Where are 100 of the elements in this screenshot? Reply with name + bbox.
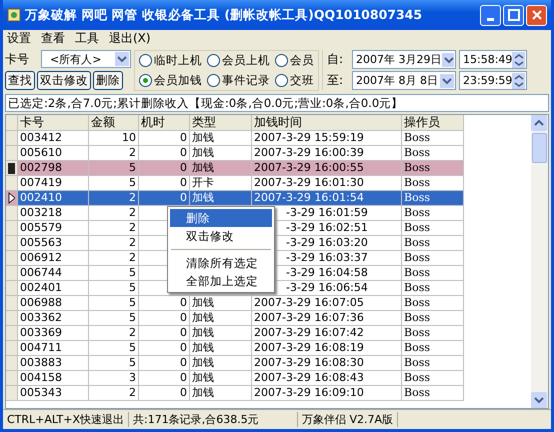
context-menu-item[interactable]: 删除 [170, 209, 272, 227]
radio-option[interactable]: 临时上机 [139, 52, 202, 68]
table-cell: Boss [402, 281, 464, 296]
row-selector[interactable] [6, 161, 18, 176]
close-button[interactable] [526, 4, 547, 26]
card-dropdown[interactable]: <所有人> [41, 50, 131, 68]
status-text: 万象伴侣 V2.7A版 [298, 412, 398, 427]
row-selector[interactable] [6, 191, 18, 206]
table-cell: 0 [180, 131, 187, 144]
table-cell: 0 [180, 371, 187, 384]
card-label: 卡号 [5, 50, 30, 68]
table-row[interactable]: 003369 2 0 加钱 2007-3-29 16:07:42 Boss [6, 326, 531, 341]
table-cell: 2007-3-29 16:01:54 [252, 191, 402, 206]
table-cell: 0 [180, 311, 187, 324]
table-cell: 005579 [18, 221, 89, 236]
table-cell: Boss [402, 206, 464, 221]
table-cell: 加钱 [192, 146, 214, 159]
menu-item[interactable]: 退出(X) [109, 30, 151, 47]
table-cell: 002401 [18, 281, 89, 296]
table-cell: 2 [89, 191, 139, 206]
table-cell: 0 [180, 161, 187, 174]
close-icon [530, 9, 542, 21]
table-cell: 2 [89, 326, 139, 341]
table-row[interactable]: 002798 5 0 加钱 2007-3-29 16:00:55 Boss [6, 161, 531, 176]
date-picker[interactable]: 2007年 8月 8日 [352, 71, 456, 90]
time-field[interactable]: 15:58:49 [459, 50, 527, 69]
table-cell: 5 [89, 296, 139, 311]
table-cell: 003883 [18, 356, 89, 371]
table-cell: 2007-3-29 15:59:19 [252, 131, 402, 146]
table-cell: 2007-3-29 16:08:30 [252, 356, 402, 371]
column-header[interactable]: 机时 [139, 115, 190, 131]
table-cell: 加钱 [192, 311, 214, 324]
spinner-icon [512, 52, 525, 68]
table-cell: 0 [180, 356, 187, 369]
action-button[interactable]: 删除 [93, 71, 123, 90]
table-cell: 0 [180, 191, 187, 204]
table-row[interactable]: 003362 5 0 加钱 2007-3-29 16:07:36 Boss [6, 311, 531, 326]
table-cell: 2007-3-29 16:08:19 [252, 341, 402, 356]
scroll-up-icon [531, 115, 547, 131]
minimize-button[interactable] [480, 4, 501, 26]
table-cell: 加钱 [192, 386, 214, 399]
table-row[interactable]: 003412 10 0 加钱 2007-3-29 15:59:19 Boss [6, 131, 531, 146]
spinner-icon [512, 72, 525, 88]
table-cell: 2007-3-29 16:07:36 [252, 311, 402, 326]
date-picker[interactable]: 2007年 3月29日 [352, 50, 456, 69]
table-row[interactable]: 006988 5 0 加钱 2007-3-29 16:07:05 Boss [6, 296, 531, 311]
table-cell: 003412 [18, 131, 89, 146]
maximize-button[interactable] [503, 4, 524, 26]
vertical-scrollbar[interactable] [531, 115, 548, 408]
table-cell: Boss [402, 131, 464, 146]
table-cell: 10 [89, 131, 139, 146]
radio-option[interactable]: 会员 [275, 52, 314, 68]
table-cell: 005563 [18, 236, 89, 251]
table-cell: 5 [89, 311, 139, 326]
table-cell: 2007-3-29 16:00:55 [252, 161, 402, 176]
menu-item[interactable]: 工具 [75, 30, 99, 47]
action-button[interactable]: 双击修改 [37, 71, 91, 90]
table-cell: Boss [402, 356, 464, 371]
radio-option[interactable]: 会员加钱 [139, 72, 202, 88]
table-cell: 005343 [18, 386, 89, 401]
menu-item[interactable]: 查看 [41, 30, 65, 47]
action-button[interactable]: 查找 [5, 71, 35, 90]
table-cell: 004711 [18, 341, 89, 356]
scroll-down-icon [531, 392, 547, 408]
app-icon [7, 8, 21, 22]
time-field[interactable]: 23:59:59 [459, 71, 527, 90]
table-cell: 006912 [18, 251, 89, 266]
table-cell: Boss [402, 296, 464, 311]
table-row[interactable]: 003883 5 0 加钱 2007-3-29 16:08:30 Boss [6, 356, 531, 371]
table-cell: 0 [180, 296, 187, 309]
table-cell: Boss [402, 191, 464, 206]
summary-text: 已选定:2条,合7.0元;累计删除收入【现金:0条,合0.0元;营业:0条,合0.0元】 [5, 94, 549, 112]
column-header[interactable]: 卡号 [18, 115, 89, 131]
column-header[interactable]: 类型 [190, 115, 252, 131]
status-text: CTRL+ALT+X快速退出 [3, 412, 129, 427]
maximize-icon [508, 9, 520, 21]
dropdown-icon [440, 74, 454, 88]
table-row[interactable]: 005343 2 0 加钱 2007-3-29 16:09:10 Boss [6, 386, 531, 401]
table-cell: 2 [89, 251, 139, 266]
minimize-icon [487, 18, 494, 20]
column-header[interactable]: 操作员 [402, 115, 464, 131]
table-cell: 加钱 [192, 131, 214, 144]
table-cell: 003218 [18, 206, 89, 221]
table-cell: Boss [402, 341, 464, 356]
table-cell: 加钱 [192, 326, 214, 339]
menu-item[interactable]: 设置 [7, 30, 31, 47]
table-cell: 5 [89, 281, 139, 296]
table-cell: 006988 [18, 296, 89, 311]
table-row[interactable]: 002410 2 0 加钱 2007-3-29 16:01:54 Boss [6, 191, 531, 206]
table-cell: 0 [180, 341, 187, 354]
table-row[interactable]: 004158 3 0 加钱 2007-3-29 16:08:43 Boss [6, 371, 531, 386]
column-header[interactable]: 金额 [89, 115, 139, 131]
table-cell: 2007-3-29 16:07:42 [252, 326, 402, 341]
table-cell: Boss [402, 221, 464, 236]
radio-option[interactable]: 交班 [275, 72, 314, 88]
radio-option[interactable]: 事件记录 [207, 72, 270, 88]
scroll-thumb[interactable] [532, 133, 547, 163]
column-header[interactable]: 加钱时间 [252, 115, 402, 131]
table-row[interactable]: 004711 5 0 加钱 2007-3-29 16:08:19 Boss [6, 341, 531, 356]
radio-option[interactable]: 会员上机 [207, 52, 270, 68]
